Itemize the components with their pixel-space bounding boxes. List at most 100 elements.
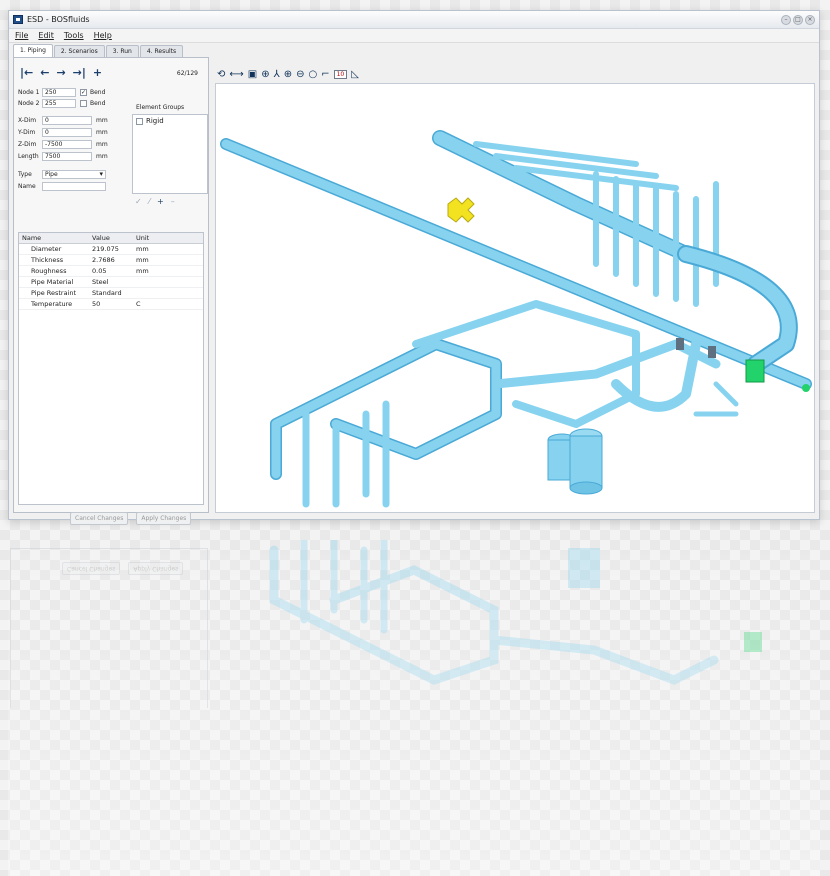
ydim-input[interactable]: [42, 128, 92, 137]
tab-results[interactable]: 4. Results: [139, 45, 184, 57]
xdim-unit: mm: [96, 117, 108, 124]
node-marker[interactable]: [745, 359, 765, 383]
menu-edit[interactable]: Edit: [38, 31, 54, 40]
minus-icon[interactable]: –: [171, 197, 175, 206]
rigid-checkbox[interactable]: [136, 117, 143, 125]
left-panel: 1. Piping 2. Scenarios 3. Run 4. Results…: [11, 43, 209, 525]
node2-label: Node 2: [18, 100, 40, 107]
prop-name: Diameter: [19, 243, 89, 255]
pipe-segment[interactable]: [593, 171, 719, 307]
zoom-fit-icon[interactable]: ○: [308, 69, 317, 80]
pipe-model: [220, 130, 812, 508]
next-icon[interactable]: →: [56, 66, 65, 79]
table-row[interactable]: Pipe Restraint Standard: [19, 287, 203, 299]
menu-tools[interactable]: Tools: [64, 31, 84, 40]
prop-value[interactable]: 2.7686: [89, 254, 133, 266]
tab-scenarios[interactable]: 2. Scenarios: [53, 45, 105, 57]
menu-help[interactable]: Help: [94, 31, 112, 40]
maximize-icon[interactable]: □: [793, 14, 803, 25]
piping-3d-view[interactable]: [215, 83, 815, 513]
menu-file[interactable]: File: [15, 31, 28, 40]
prop-value[interactable]: 0.05: [89, 265, 133, 277]
endpoint-marker[interactable]: [802, 384, 810, 392]
tab-run[interactable]: 3. Run: [105, 45, 139, 57]
minimize-icon[interactable]: –: [781, 14, 791, 25]
measure-icon[interactable]: ◺: [351, 69, 359, 80]
main-content: 1. Piping 2. Scenarios 3. Run 4. Results…: [9, 43, 819, 525]
node1-bend-checkbox[interactable]: ✓: [80, 89, 87, 96]
list-item[interactable]: Rigid: [133, 115, 207, 127]
prop-name: Pipe Restraint: [19, 287, 89, 299]
xdim-input[interactable]: [42, 116, 92, 125]
zdim-unit: mm: [96, 141, 108, 148]
xdim-label: X-Dim: [18, 117, 37, 124]
apply-changes-button[interactable]: Apply Changes: [136, 512, 192, 525]
node1-input[interactable]: [42, 88, 76, 97]
tab-piping[interactable]: 1. Piping: [13, 44, 53, 57]
center-icon[interactable]: ⊕: [261, 69, 269, 80]
ydim-label: Y-Dim: [18, 129, 36, 136]
prop-name: Thickness: [19, 254, 89, 266]
prop-value[interactable]: Steel: [89, 276, 133, 288]
prop-value[interactable]: 219.075: [89, 243, 133, 255]
table-row[interactable]: Diameter 219.075 mm: [19, 243, 203, 255]
view-toolbar: ⟲ ⟷ ▣ ⊕ ⅄ ⊕ ⊖ ○ ⌐ 10 ◺: [217, 65, 359, 83]
add-icon[interactable]: +: [93, 66, 102, 79]
zoom-in-icon[interactable]: ⊕: [284, 69, 292, 80]
node2-input[interactable]: [42, 99, 76, 108]
pipe-segment[interactable]: [302, 400, 390, 508]
prev-icon[interactable]: ←: [40, 66, 49, 79]
name-input[interactable]: [42, 182, 106, 191]
fitting: [708, 346, 716, 358]
zdim-input[interactable]: [42, 140, 92, 149]
node2-bend-checkbox[interactable]: [80, 100, 87, 107]
plus-icon[interactable]: +: [157, 197, 164, 206]
xdim-row: X-Dim mm: [18, 116, 108, 125]
pipe-segment[interactable]: [679, 247, 796, 371]
length-input[interactable]: [42, 152, 92, 161]
last-icon[interactable]: →|: [73, 66, 86, 79]
length-row: Length mm: [18, 152, 108, 161]
table-row[interactable]: Thickness 2.7686 mm: [19, 254, 203, 266]
prop-unit: mm: [133, 254, 203, 266]
axes-icon[interactable]: ⅄: [274, 69, 280, 80]
node2-bend-label: Bend: [90, 100, 106, 107]
prop-value[interactable]: 50: [89, 298, 133, 310]
valve-icon[interactable]: [447, 197, 475, 223]
app-icon: [13, 15, 23, 24]
length-label: Length: [18, 153, 39, 160]
prop-unit: mm: [133, 265, 203, 277]
prop-value[interactable]: Standard: [89, 287, 133, 299]
pan-icon[interactable]: ⟷: [229, 69, 243, 80]
first-icon[interactable]: |←: [20, 66, 33, 79]
step-icon[interactable]: ⌐: [321, 69, 329, 80]
edit-icon[interactable]: ⁄: [149, 197, 150, 206]
cancel-changes-button[interactable]: Cancel Changes: [70, 512, 129, 525]
node-navigator: |← ← → →| +: [20, 66, 102, 79]
prop-unit: C: [133, 298, 203, 310]
table-row[interactable]: Pipe Material Steel: [19, 276, 203, 288]
pipe-segment[interactable]: [412, 300, 640, 428]
reflection-fade: [8, 530, 820, 876]
close-icon[interactable]: ×: [805, 14, 815, 25]
header-unit: Unit: [133, 233, 203, 244]
type-select[interactable]: Pipe: [42, 170, 106, 179]
scale-selector[interactable]: 10: [333, 69, 348, 79]
fitting: [676, 338, 684, 350]
pipe-segment[interactable]: [693, 381, 739, 417]
check-icon[interactable]: ✓: [135, 197, 142, 206]
view-cube-icon[interactable]: ▣: [248, 69, 257, 80]
table-row[interactable]: Temperature 50 C: [19, 298, 203, 310]
node2-row: Node 2 Bend: [18, 99, 105, 108]
name-row: Name: [18, 182, 106, 191]
type-label: Type: [18, 171, 32, 178]
title-bar: ESD - BOSfluids – □ ×: [9, 11, 819, 29]
table-row[interactable]: Roughness 0.05 mm: [19, 265, 203, 277]
name-label: Name: [18, 183, 36, 190]
rotate-icon[interactable]: ⟲: [217, 69, 225, 80]
vessel[interactable]: [569, 435, 603, 489]
element-groups-list: Rigid: [132, 114, 208, 194]
tab-strip: 1. Piping 2. Scenarios 3. Run 4. Results: [11, 43, 209, 57]
prop-unit: [133, 276, 203, 288]
zoom-out-icon[interactable]: ⊖: [296, 69, 304, 80]
